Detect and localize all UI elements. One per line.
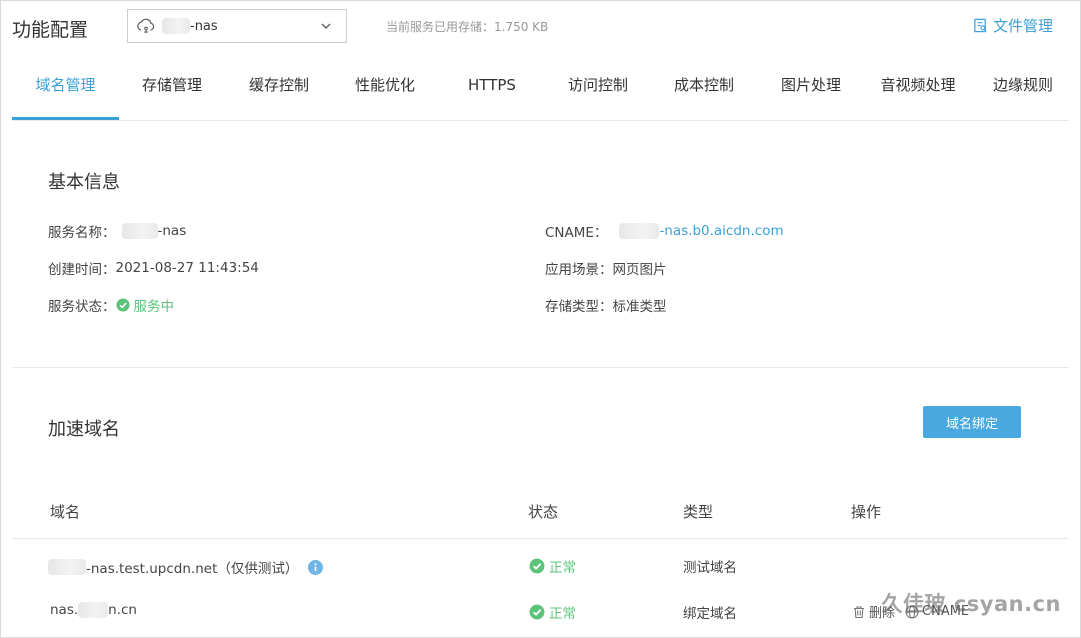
redacted-text: [48, 559, 86, 575]
storage-usage-text: 当前服务已用存储：1.750 KB: [386, 20, 549, 34]
table-row-status: 正常: [529, 602, 576, 622]
scene-label: 应用场景：: [545, 262, 613, 278]
watermark: 久佳玻 csyan.cn: [881, 592, 1061, 616]
tab-access-control[interactable]: 访问控制: [551, 58, 645, 120]
tab-edge-rules[interactable]: 边缘规则: [978, 58, 1068, 120]
tab-https[interactable]: HTTPS: [445, 58, 539, 120]
check-circle-icon: [529, 604, 545, 620]
file-icon: [974, 18, 987, 33]
cname-label: CNAME：: [545, 225, 608, 241]
table-header-divider: [12, 538, 1069, 539]
redacted-text: [121, 223, 158, 239]
created-time-value: 2021-08-27 11:43:54: [115, 260, 259, 276]
tab-storage-management[interactable]: 存储管理: [125, 58, 219, 120]
domain-prefix: nas.: [50, 602, 79, 618]
service-status-value: 服务中: [133, 299, 175, 315]
domain-text: -nas.test.upcdn.net（仅供测试）: [86, 561, 299, 577]
service-status-badge: 服务中: [116, 295, 175, 315]
service-select-value: -nas: [190, 18, 218, 34]
status-text: 正常: [549, 606, 576, 622]
scene-row: 应用场景： 网页图片: [545, 258, 667, 278]
table-row-domain: nas. n.cn: [50, 602, 137, 618]
tabs-divider: [12, 120, 1069, 121]
storage-type-label: 存储类型：: [545, 299, 613, 315]
tab-performance[interactable]: 性能优化: [338, 58, 432, 120]
table-row-domain: -nas.test.upcdn.net（仅供测试）: [48, 557, 324, 577]
info-icon[interactable]: [308, 559, 324, 575]
service-name-label: 服务名称：: [48, 225, 116, 241]
service-status-row: 服务状态： 服务中: [48, 295, 174, 315]
tab-domain-management[interactable]: 域名管理: [12, 58, 119, 120]
cname-row: CNAME： -nas.b0.aicdn.com: [545, 221, 784, 241]
tab-cost-control[interactable]: 成本控制: [657, 58, 751, 120]
table-row-type: 绑定域名: [683, 606, 737, 622]
trash-icon: [854, 605, 864, 618]
column-header-actions: 操作: [851, 503, 882, 521]
service-select[interactable]: -nas: [127, 9, 347, 43]
tab-bar: 域名管理 存储管理 缓存控制 性能优化 HTTPS 访问控制 成本控制 图片处理…: [12, 58, 1069, 120]
scene-value: 网页图片: [612, 262, 667, 278]
page-title: 功能配置: [12, 19, 89, 41]
cname-value-link[interactable]: -nas.b0.aicdn.com: [659, 223, 783, 239]
service-name-row: 服务名称： -nas: [48, 221, 186, 241]
tab-cache-control[interactable]: 缓存控制: [232, 58, 326, 120]
created-time-label: 创建时间：: [48, 262, 116, 278]
table-row-type: 测试域名: [683, 560, 737, 576]
status-badge: 正常: [529, 556, 576, 576]
basic-info-title: 基本信息: [48, 172, 120, 193]
storage-type-row: 存储类型： 标准类型: [545, 295, 667, 315]
redacted-text: [162, 18, 190, 34]
redacted-text: [78, 602, 109, 618]
check-circle-icon: [529, 558, 545, 574]
check-circle-icon: [116, 298, 129, 312]
chevron-down-icon: [321, 23, 331, 30]
cloud-service-icon: [137, 18, 155, 33]
table-row-status: 正常: [529, 556, 576, 576]
status-badge: 正常: [529, 602, 576, 622]
file-management-link[interactable]: 文件管理: [973, 15, 1053, 36]
created-time-row: 创建时间： 2021-08-27 11:43:54: [48, 258, 259, 278]
service-status-label: 服务状态：: [48, 299, 116, 315]
section-divider: [12, 367, 1069, 368]
file-management-label: 文件管理: [992, 17, 1053, 35]
service-name-value: -nas: [157, 223, 187, 239]
bind-domain-button[interactable]: 域名绑定: [923, 406, 1021, 438]
tab-av-processing[interactable]: 音视频处理: [870, 58, 966, 120]
domains-title: 加速域名: [48, 419, 120, 440]
column-header-domain: 域名: [50, 503, 81, 521]
redacted-text: [619, 223, 660, 239]
storage-type-value: 标准类型: [612, 299, 667, 315]
column-header-type: 类型: [683, 503, 714, 521]
column-header-status: 状态: [528, 503, 559, 521]
tab-image-processing[interactable]: 图片处理: [764, 58, 858, 120]
domain-suffix: n.cn: [108, 602, 137, 618]
status-text: 正常: [549, 560, 576, 576]
